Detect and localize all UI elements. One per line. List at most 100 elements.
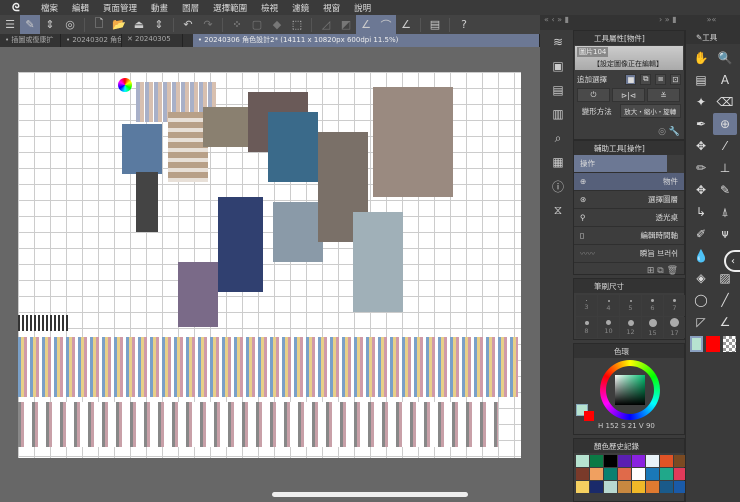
decoration-tool-icon[interactable]: ᴪ xyxy=(713,223,737,245)
layer-property-icon[interactable]: ▤ xyxy=(545,78,571,102)
color-history-swatch[interactable] xyxy=(618,481,631,493)
color-history-swatch[interactable] xyxy=(632,481,645,493)
select-subtract-button[interactable]: ⧈ xyxy=(655,73,667,85)
select-new-button[interactable]: ■ xyxy=(625,73,637,85)
help-icon[interactable]: ? xyxy=(454,15,474,34)
fill-tool-icon[interactable]: ◈ xyxy=(689,267,713,289)
layer-icon[interactable]: ≋ xyxy=(545,30,571,54)
snap-special-ruler-icon[interactable]: ⌒ xyxy=(376,15,396,34)
brush-size-3[interactable]: 3 xyxy=(576,295,597,316)
blend-tool-icon[interactable]: 💧 xyxy=(689,245,713,267)
reorder-icon[interactable]: ⇕ xyxy=(40,15,60,34)
color-history-swatch[interactable] xyxy=(660,455,673,467)
open-folder-icon[interactable]: 📂 xyxy=(109,15,129,34)
menu-window[interactable]: 視窗 xyxy=(316,2,347,14)
flip-horizontal-button[interactable]: ⊳|⊲ xyxy=(612,88,645,102)
search-layer-icon[interactable]: ⌕ xyxy=(545,126,571,150)
snap-icon[interactable]: ◩ xyxy=(336,15,356,34)
sub-tool-timeline[interactable]: ▯ 編輯時間軸 xyxy=(574,227,684,245)
sub-view-icon[interactable]: ▦ xyxy=(545,150,571,174)
tab-doc-1[interactable]: • 插圖或復康扩 xyxy=(0,34,61,47)
operation-tool-icon[interactable]: ⊕ xyxy=(713,113,737,135)
brush-tool-icon[interactable]: ✎ xyxy=(713,179,737,201)
color-history-swatch[interactable] xyxy=(646,468,659,480)
color-wheel-title[interactable]: 色環 xyxy=(614,346,629,357)
zoom-tool-icon[interactable]: 🔍 xyxy=(713,47,737,69)
menu-layer[interactable]: 圖層 xyxy=(175,2,206,14)
brush-size-4[interactable]: 4 xyxy=(598,295,619,316)
brush-size-8[interactable]: 8 xyxy=(576,317,597,338)
hue-ring[interactable] xyxy=(600,360,660,420)
menu-filter[interactable]: 濾鏡 xyxy=(285,2,316,14)
pencil-tool-icon[interactable]: ✏ xyxy=(689,157,713,179)
menu-page[interactable]: 頁面管理 xyxy=(96,2,144,14)
color-history-swatch[interactable] xyxy=(604,455,617,467)
transparent-color-swatch[interactable] xyxy=(722,336,736,352)
color-history-swatch[interactable] xyxy=(646,455,659,467)
fill-icon[interactable]: ◆ xyxy=(267,15,287,34)
collapse-panel-icon[interactable]: ‹ xyxy=(724,250,740,272)
ruler-tool-icon[interactable]: ◸ xyxy=(689,311,713,333)
stamp-tool-icon[interactable]: ⊥ xyxy=(713,157,737,179)
brush-size-17[interactable]: 17 xyxy=(664,317,685,338)
sub-tool-brush[interactable]: 〰〰 瞬旨 브러쉬 xyxy=(574,245,684,263)
home-indicator[interactable] xyxy=(272,492,468,497)
color-history-swatch[interactable] xyxy=(618,468,631,480)
wrench-icon[interactable]: ◎ 🔧 xyxy=(574,119,684,137)
color-history-swatch[interactable] xyxy=(590,468,603,480)
brush-size-12[interactable]: 12 xyxy=(620,317,641,338)
new-file-icon[interactable]: 🗋 xyxy=(89,15,109,34)
tab-doc-2[interactable]: • 20240302 角色 xyxy=(61,34,122,47)
correction-line-icon[interactable]: ∠ xyxy=(713,311,737,333)
select-add-button[interactable]: ⧉ xyxy=(640,73,652,85)
canvas[interactable] xyxy=(18,72,521,458)
brush-size-7[interactable]: 7 xyxy=(664,295,685,316)
panel-collapse-bar[interactable]: « ‹ » ▮ › » ▮ »« xyxy=(540,15,740,30)
airbrush-icon[interactable]: ⍋ xyxy=(713,201,737,223)
sub-tool-object[interactable]: ⊕ 物件 xyxy=(574,173,684,191)
save-icon[interactable]: ⏏ xyxy=(129,15,149,34)
brush-size-15[interactable]: 15 xyxy=(642,317,663,338)
menu-selection[interactable]: 選擇範圍 xyxy=(206,2,254,14)
reset-button[interactable]: ⏻ xyxy=(577,88,610,102)
sub-color-tool-swatch[interactable] xyxy=(706,336,720,352)
history-icon[interactable]: ⧖ xyxy=(545,198,571,222)
sub-color-swatch[interactable] xyxy=(584,411,594,421)
color-history-swatch[interactable] xyxy=(660,468,673,480)
transform-method-select[interactable]: 放大・縮小・旋轉 xyxy=(619,104,681,118)
menu-animation[interactable]: 動畫 xyxy=(144,2,175,14)
material-icon[interactable]: ▣ xyxy=(545,54,571,78)
navigator-icon[interactable]: ▥ xyxy=(545,102,571,126)
snap-ruler-icon[interactable]: ∠ xyxy=(356,15,376,34)
color-history-swatch[interactable] xyxy=(604,468,617,480)
eyedropper-icon[interactable]: ⁄ xyxy=(713,135,737,157)
brush-size-10[interactable]: 10 xyxy=(598,317,619,338)
color-history-swatch[interactable] xyxy=(576,455,589,467)
move-tool-icon[interactable]: ✥ xyxy=(689,135,713,157)
transform-icon[interactable]: ⬚ xyxy=(287,15,307,34)
sub-tool-group[interactable]: 操作 xyxy=(574,155,667,173)
color-history-swatch[interactable] xyxy=(604,481,617,493)
reorder-icon-2[interactable]: ⇕ xyxy=(149,15,169,34)
menu-file[interactable]: 檔案 xyxy=(34,2,65,14)
color-history-swatch[interactable] xyxy=(590,481,603,493)
snap-off-icon[interactable]: ◿ xyxy=(316,15,336,34)
undo-icon[interactable]: ↶ xyxy=(178,15,198,34)
color-history-swatch[interactable] xyxy=(576,468,589,480)
frame-tool-icon[interactable]: ▤ xyxy=(689,69,713,91)
tab-doc-active[interactable]: • 20240306 角色設計2* (14111 x 10820px 600dp… xyxy=(192,34,540,47)
sub-tool-actions[interactable]: ⊞ ⧉ 🗑 xyxy=(574,263,684,279)
clear-selection-icon[interactable]: ⁘ xyxy=(227,15,247,34)
redo-icon[interactable]: ↷ xyxy=(198,15,218,34)
brush-size-5[interactable]: 5 xyxy=(620,295,641,316)
tablet-icon[interactable]: ▤ xyxy=(425,15,445,34)
eraser-tool-icon[interactable]: ⌫ xyxy=(713,91,737,113)
color-history-swatch[interactable] xyxy=(618,455,631,467)
color-history-swatch[interactable] xyxy=(646,481,659,493)
main-color-tool-swatch[interactable] xyxy=(690,336,704,352)
text-tool-icon[interactable]: A xyxy=(713,69,737,91)
move-layer-icon[interactable]: ✥ xyxy=(689,179,713,201)
color-history-swatch[interactable] xyxy=(660,481,673,493)
canvas-area[interactable] xyxy=(0,47,540,502)
tab-doc-3[interactable]: ✕ 20240305 xyxy=(122,34,183,47)
